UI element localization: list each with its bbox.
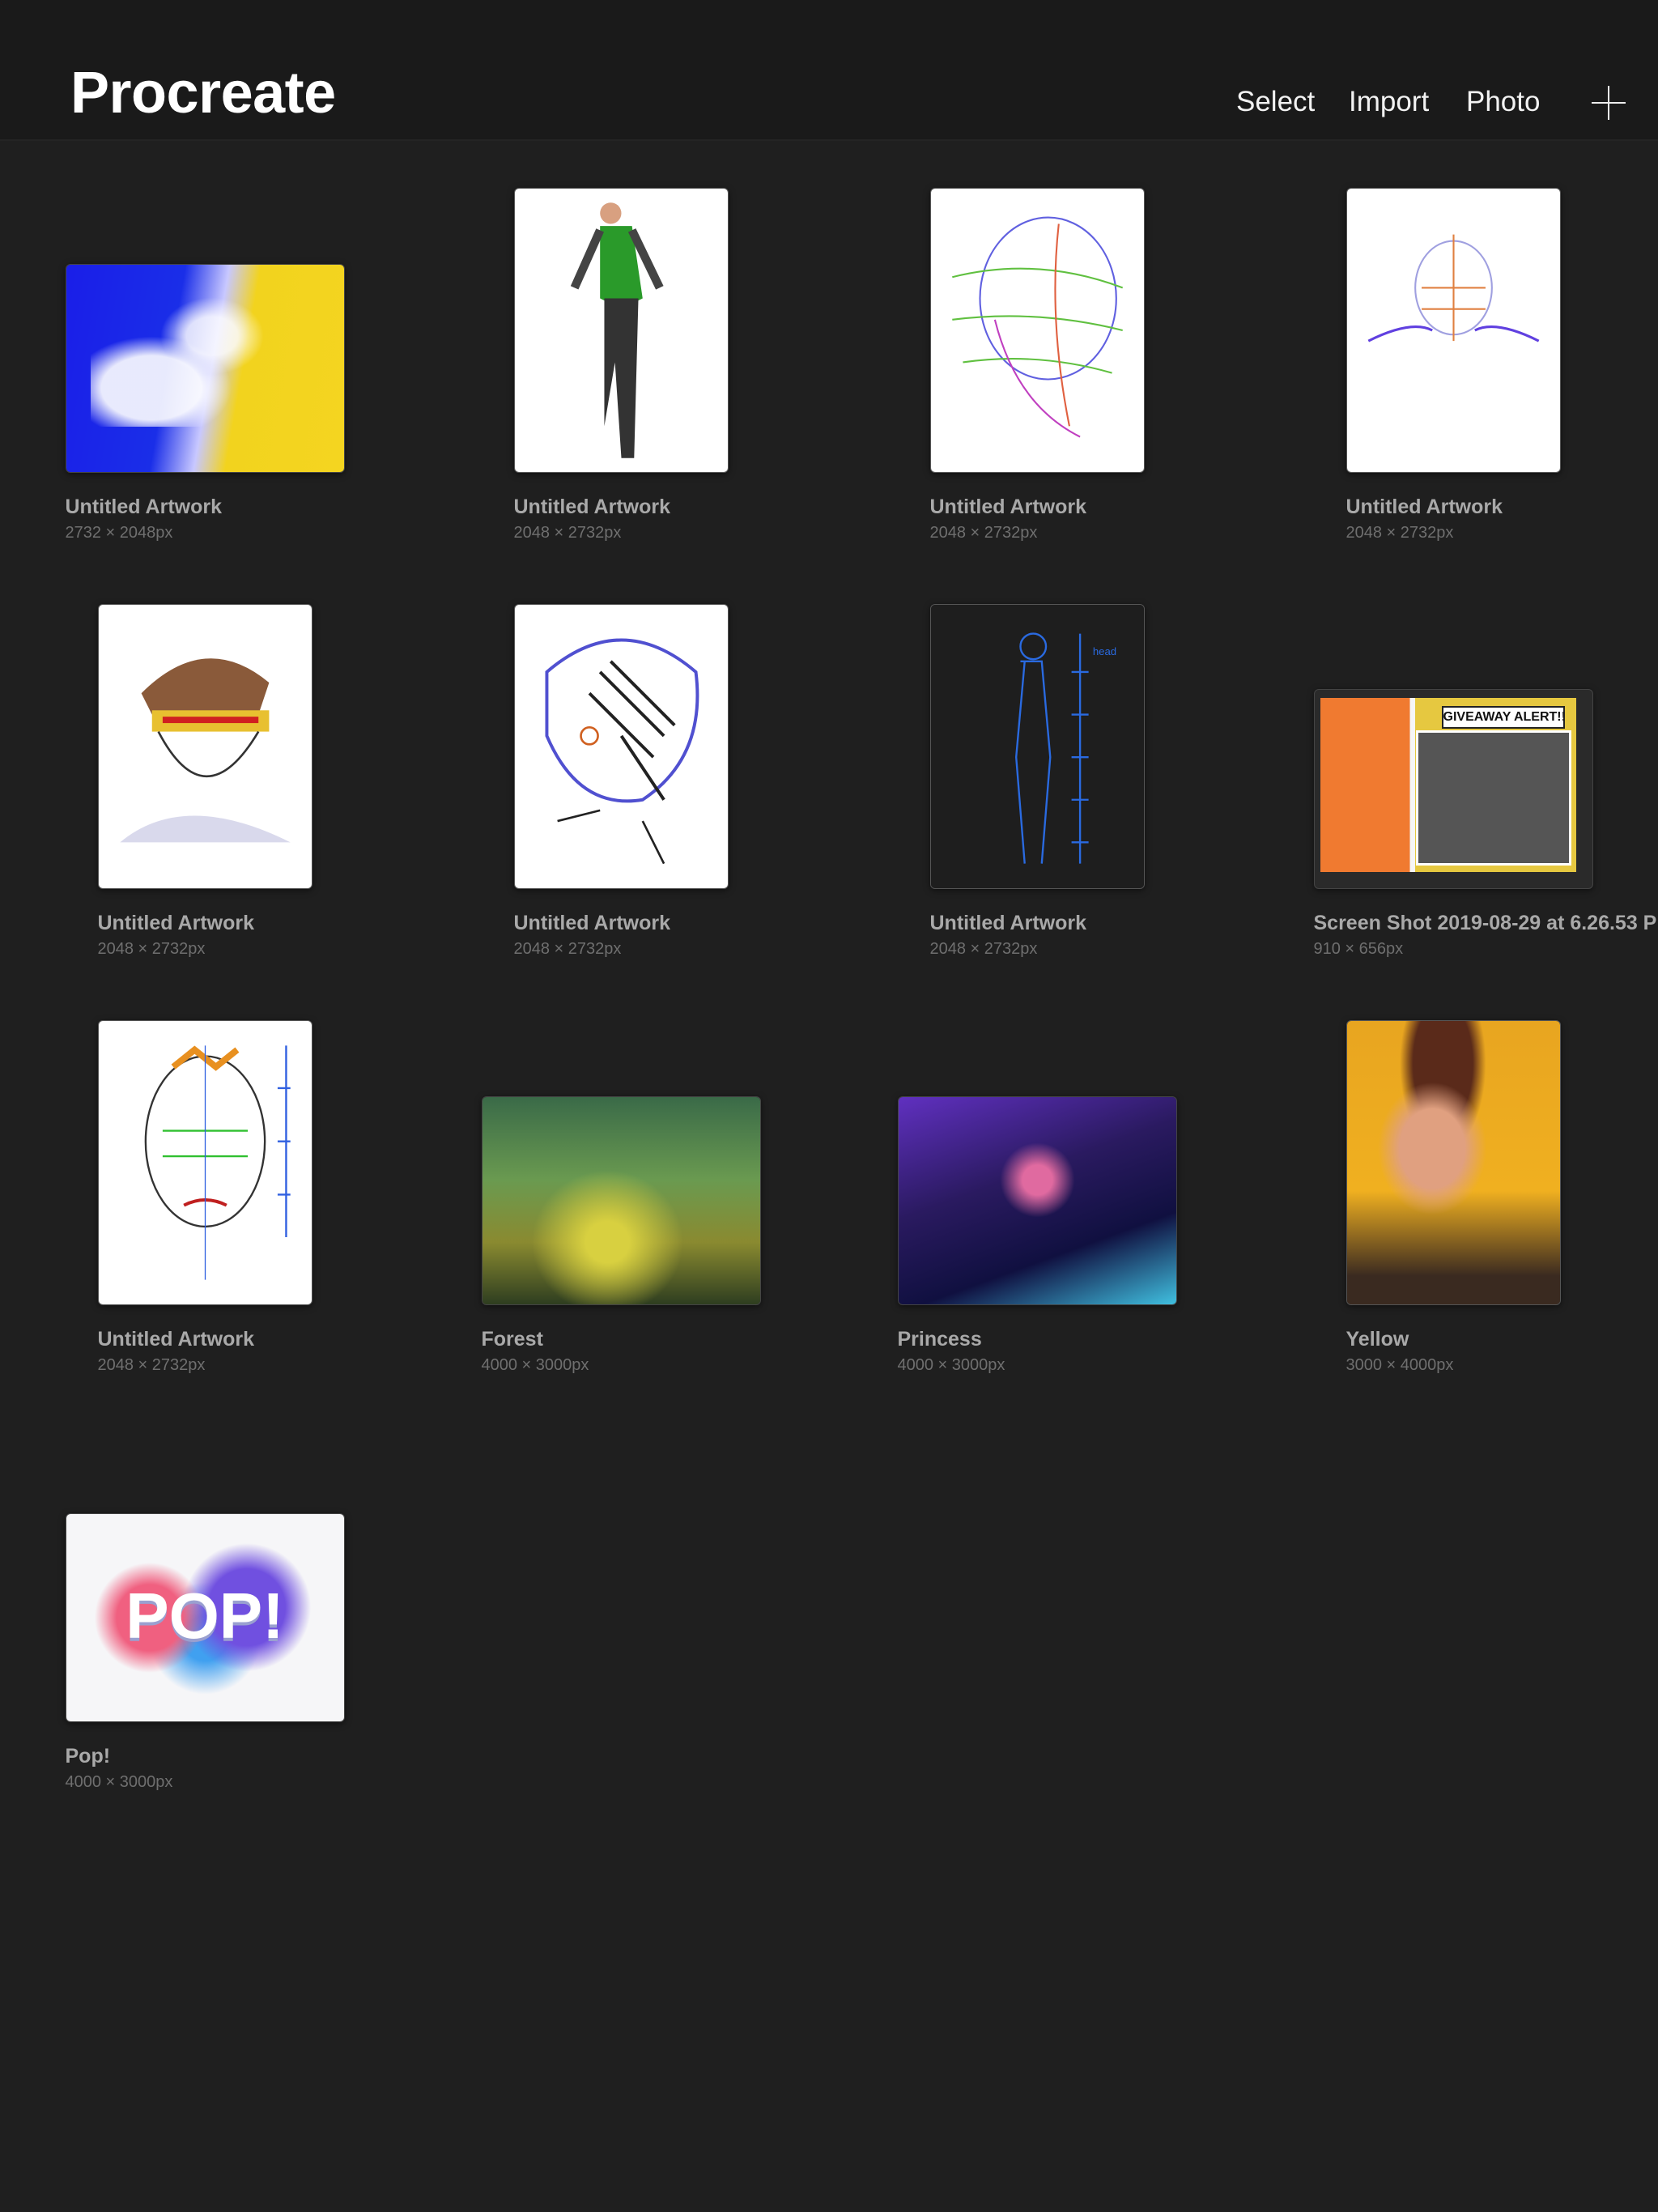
artwork-image: POP! xyxy=(66,1514,344,1721)
artwork-labels: Princess 4000 × 3000px xyxy=(898,1328,1005,1375)
artwork-thumbnail[interactable]: GIVEAWAY ALERT!!! xyxy=(1313,689,1593,889)
artwork-image: head xyxy=(930,605,1144,888)
artwork-card[interactable]: Untitled Artwork 2732 × 2048px xyxy=(65,57,345,542)
artwork-dimensions: 4000 × 3000px xyxy=(897,1356,1005,1374)
artwork-image xyxy=(1346,189,1560,472)
screenshot-giveaway-heading: GIVEAWAY ALERT!!! xyxy=(1441,706,1565,729)
artwork-card[interactable]: Forest 4000 × 3000px xyxy=(481,889,761,1374)
artwork-title[interactable]: Princess xyxy=(898,1328,1005,1351)
artwork-item[interactable]: Untitled Artwork 2048 × 2732px xyxy=(0,889,413,1374)
artwork-card[interactable]: Untitled Artwork 2048 × 2732px xyxy=(97,473,312,958)
artwork-thumbnail[interactable] xyxy=(1346,188,1561,473)
artwork-item[interactable]: Yellow 3000 × 4000px xyxy=(1245,889,1658,1374)
artwork-image xyxy=(514,189,728,472)
artwork-item[interactable]: Untitled Artwork 2048 × 2732px xyxy=(829,57,1245,542)
artwork-item[interactable]: Untitled Artwork 2048 × 2732px xyxy=(413,57,829,542)
artwork-item[interactable]: POP! Pop! 4000 × 3000px xyxy=(0,1306,413,1791)
artwork-title[interactable]: Forest xyxy=(482,1328,589,1351)
artwork-item[interactable]: head Untitled Artwork 2048 × 2732px xyxy=(829,473,1245,958)
artwork-card[interactable]: Princess 4000 × 3000px xyxy=(897,889,1177,1374)
artwork-title[interactable]: Pop! xyxy=(66,1745,173,1768)
artwork-item[interactable]: Forest 4000 × 3000px xyxy=(413,889,829,1374)
artwork-thumbnail[interactable] xyxy=(897,1096,1177,1305)
artwork-item[interactable]: Untitled Artwork 2732 × 2048px xyxy=(0,57,413,542)
artwork-item[interactable]: Untitled Artwork 2048 × 2732px xyxy=(1245,57,1658,542)
artwork-thumbnail[interactable] xyxy=(481,1096,761,1305)
artwork-item[interactable]: Untitled Artwork 2048 × 2732px xyxy=(0,473,413,958)
artwork-item[interactable]: GIVEAWAY ALERT!!! Screen Shot 2019-08-29 … xyxy=(1245,473,1658,958)
artwork-thumbnail[interactable] xyxy=(513,604,729,889)
artwork-title[interactable]: Yellow xyxy=(1346,1328,1454,1351)
artwork-card[interactable]: POP! Pop! 4000 × 3000px xyxy=(65,1306,345,1791)
artwork-thumbnail[interactable]: POP! xyxy=(65,1513,345,1722)
artwork-image: GIVEAWAY ALERT!!! xyxy=(1320,698,1576,872)
pop-artwork-lettering: POP! xyxy=(125,1580,284,1652)
artwork-card[interactable]: head Untitled Artwork 2048 × 2732px xyxy=(929,473,1145,958)
artwork-labels: Forest 4000 × 3000px xyxy=(482,1328,589,1375)
artwork-card[interactable]: Untitled Artwork 2048 × 2732px xyxy=(929,57,1145,542)
artwork-image xyxy=(98,605,312,888)
artwork-item[interactable]: Princess 4000 × 3000px xyxy=(829,889,1245,1374)
artwork-thumbnail[interactable] xyxy=(1346,1020,1561,1305)
artwork-image xyxy=(898,1097,1176,1304)
artwork-image xyxy=(98,1021,312,1304)
artwork-dimensions: 3000 × 4000px xyxy=(1346,1356,1454,1374)
artwork-labels: Pop! 4000 × 3000px xyxy=(66,1745,173,1792)
artwork-labels: Yellow 3000 × 4000px xyxy=(1346,1328,1454,1375)
artwork-image xyxy=(1346,1021,1560,1304)
artwork-thumbnail[interactable] xyxy=(65,264,345,473)
artwork-dimensions: 4000 × 3000px xyxy=(481,1356,589,1374)
artwork-thumbnail[interactable] xyxy=(929,188,1145,473)
artwork-card[interactable]: Untitled Artwork 2048 × 2732px xyxy=(513,473,729,958)
artwork-thumbnail[interactable] xyxy=(513,188,729,473)
artwork-card[interactable]: Yellow 3000 × 4000px xyxy=(1346,889,1561,1374)
svg-text:head: head xyxy=(1092,645,1116,657)
artwork-card[interactable]: Untitled Artwork 2048 × 2732px xyxy=(1346,57,1561,542)
artwork-thumbnail[interactable] xyxy=(97,604,312,889)
artwork-thumbnail[interactable] xyxy=(97,1020,312,1305)
artwork-card[interactable]: Untitled Artwork 2048 × 2732px xyxy=(513,57,729,542)
artwork-item[interactable]: Untitled Artwork 2048 × 2732px xyxy=(413,473,829,958)
artwork-image xyxy=(514,605,728,888)
artwork-image xyxy=(66,265,344,472)
artwork-dimensions: 4000 × 3000px xyxy=(65,1773,173,1791)
artwork-card[interactable]: GIVEAWAY ALERT!!! Screen Shot 2019-08-29 … xyxy=(1313,473,1658,958)
artwork-thumbnail[interactable]: head xyxy=(929,604,1145,889)
screenshot-panel xyxy=(1415,730,1571,866)
artwork-image xyxy=(482,1097,760,1304)
artwork-card[interactable]: Untitled Artwork 2048 × 2732px xyxy=(97,889,312,1374)
artwork-image xyxy=(930,189,1144,472)
